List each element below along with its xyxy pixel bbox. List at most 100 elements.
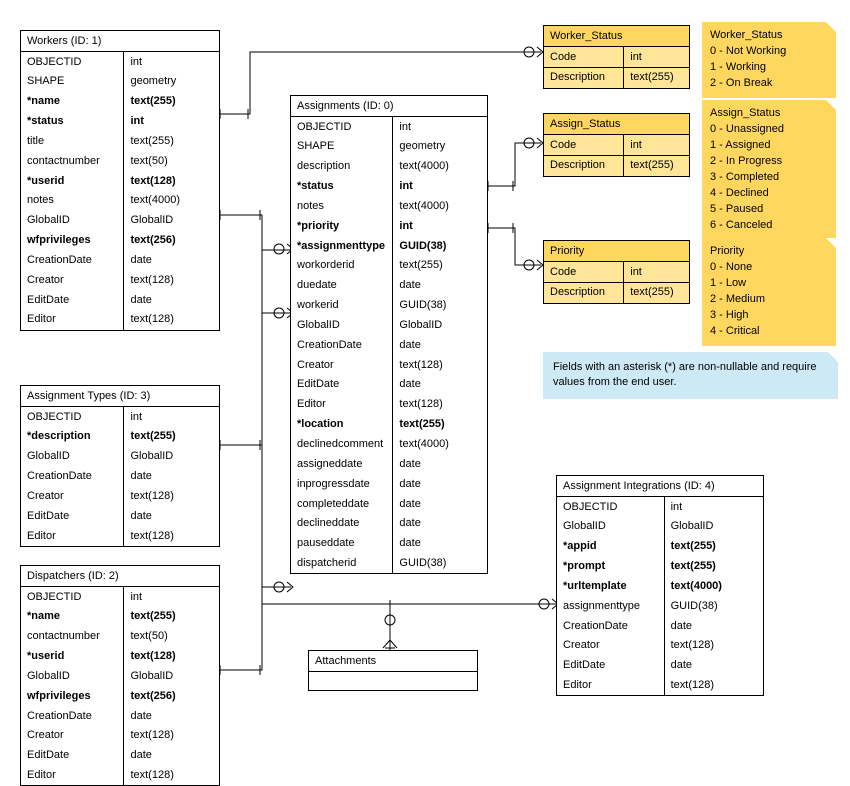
field-name: assigneddate xyxy=(291,454,393,474)
field-name: contactnumber xyxy=(21,151,124,171)
field-type: date xyxy=(393,276,487,296)
lookup-col-type: int xyxy=(624,47,689,67)
field-name: GlobalID xyxy=(21,666,124,686)
field-name: wfprivileges xyxy=(21,231,124,251)
field-name: *name xyxy=(21,92,124,112)
field-type: text(255) xyxy=(664,557,763,577)
field-row: *priorityint xyxy=(291,216,487,236)
field-type: text(128) xyxy=(124,647,219,667)
field-row: EditDatedate xyxy=(21,506,219,526)
field-name: GlobalID xyxy=(21,211,124,231)
field-type: text(128) xyxy=(124,486,219,506)
field-row: EditDatedate xyxy=(291,375,487,395)
field-row: CreationDatedate xyxy=(21,706,219,726)
field-type: text(128) xyxy=(664,636,763,656)
field-type: text(255) xyxy=(124,607,219,627)
field-name: assignmenttype xyxy=(557,596,664,616)
field-row: Creatortext(128) xyxy=(21,270,219,290)
field-row: CreationDatedate xyxy=(291,335,487,355)
field-type: text(50) xyxy=(124,627,219,647)
entity-attachments-title: Attachments xyxy=(309,651,477,672)
lookup-col-type: text(255) xyxy=(624,282,689,302)
field-type: int xyxy=(393,216,487,236)
field-row: *nametext(255) xyxy=(21,607,219,627)
field-name: pauseddate xyxy=(291,534,393,554)
field-row: EditDatedate xyxy=(21,746,219,766)
field-row: workeridGUID(38) xyxy=(291,296,487,316)
lookup-col-name: Description xyxy=(544,282,624,302)
field-name: EditDate xyxy=(21,506,124,526)
field-name: *name xyxy=(21,607,124,627)
field-type: text(255) xyxy=(664,537,763,557)
field-row: *appidtext(255) xyxy=(557,537,763,557)
field-row: GlobalIDGlobalID xyxy=(21,447,219,467)
field-name: GlobalID xyxy=(291,315,393,335)
field-row: Creatortext(128) xyxy=(557,636,763,656)
field-row: *statusint xyxy=(21,112,219,132)
field-type: GUID(38) xyxy=(393,554,487,574)
field-type: text(4000) xyxy=(393,196,487,216)
field-row: CreationDatedate xyxy=(21,250,219,270)
field-name: dispatcherid xyxy=(291,554,393,574)
field-type: text(256) xyxy=(124,231,219,251)
field-row: GlobalIDGlobalID xyxy=(291,315,487,335)
field-type: text(128) xyxy=(664,676,763,696)
field-name: *description xyxy=(21,427,124,447)
field-type: text(128) xyxy=(124,766,219,786)
field-name: *appid xyxy=(557,537,664,557)
lookup-col-name: Code xyxy=(544,47,624,67)
entity-dispatchers-fields: OBJECTIDint*nametext(255)contactnumberte… xyxy=(21,587,219,785)
field-name: contactnumber xyxy=(21,627,124,647)
field-row: completeddatedate xyxy=(291,494,487,514)
field-type: date xyxy=(393,494,487,514)
field-row: wfprivilegestext(256) xyxy=(21,686,219,706)
field-name: Editor xyxy=(291,395,393,415)
field-type: date xyxy=(124,290,219,310)
field-row: OBJECTIDint xyxy=(21,407,219,427)
field-row: Editortext(128) xyxy=(21,310,219,330)
field-type: text(255) xyxy=(124,131,219,151)
note-assign-status: Assign_Status 0 - Unassigned 1 - Assigne… xyxy=(702,100,836,240)
field-type: date xyxy=(664,656,763,676)
lookup-row: Descriptiontext(255) xyxy=(544,67,689,87)
lookup-col-name: Code xyxy=(544,262,624,282)
field-type: text(255) xyxy=(124,92,219,112)
info-asterisk-note: Fields with an asterisk (*) are non-null… xyxy=(543,352,838,399)
field-name: Creator xyxy=(557,636,664,656)
field-name: OBJECTID xyxy=(21,52,124,72)
field-name: OBJECTID xyxy=(21,407,124,427)
entity-dispatchers-title: Dispatchers (ID: 2) xyxy=(21,566,219,587)
field-name: declinedcomment xyxy=(291,435,393,455)
note-worker-status: Worker_Status 0 - Not Working 1 - Workin… xyxy=(702,22,836,98)
field-row: notestext(4000) xyxy=(291,196,487,216)
field-name: notes xyxy=(291,196,393,216)
entity-integrations: Assignment Integrations (ID: 4) OBJECTID… xyxy=(556,475,764,696)
lookup-priority: Priority CodeintDescriptiontext(255) xyxy=(543,240,690,304)
field-row: OBJECTIDint xyxy=(291,117,487,137)
entity-dispatchers: Dispatchers (ID: 2) OBJECTIDint*nametext… xyxy=(20,565,220,786)
field-name: EditDate xyxy=(291,375,393,395)
lookup-worker-status-title: Worker_Status xyxy=(544,26,689,47)
field-type: text(128) xyxy=(124,270,219,290)
field-row: GlobalIDGlobalID xyxy=(21,211,219,231)
field-row: duedatedate xyxy=(291,276,487,296)
field-row: dispatcheridGUID(38) xyxy=(291,554,487,574)
field-name: SHAPE xyxy=(21,72,124,92)
field-type: text(128) xyxy=(124,171,219,191)
field-row: *useridtext(128) xyxy=(21,171,219,191)
field-row: *useridtext(128) xyxy=(21,647,219,667)
field-row: Editortext(128) xyxy=(21,526,219,546)
field-row: *assignmenttypeGUID(38) xyxy=(291,236,487,256)
field-type: text(128) xyxy=(393,395,487,415)
field-type: text(255) xyxy=(393,256,487,276)
field-name: OBJECTID xyxy=(557,497,664,517)
lookup-row: Codeint xyxy=(544,135,689,155)
field-type: geometry xyxy=(393,137,487,157)
entity-integrations-title: Assignment Integrations (ID: 4) xyxy=(557,476,763,497)
lookup-priority-title: Priority xyxy=(544,241,689,262)
field-row: contactnumbertext(50) xyxy=(21,627,219,647)
field-type: GlobalID xyxy=(124,447,219,467)
lookup-col-name: Code xyxy=(544,135,624,155)
field-row: notestext(4000) xyxy=(21,191,219,211)
field-row: GlobalIDGlobalID xyxy=(21,666,219,686)
